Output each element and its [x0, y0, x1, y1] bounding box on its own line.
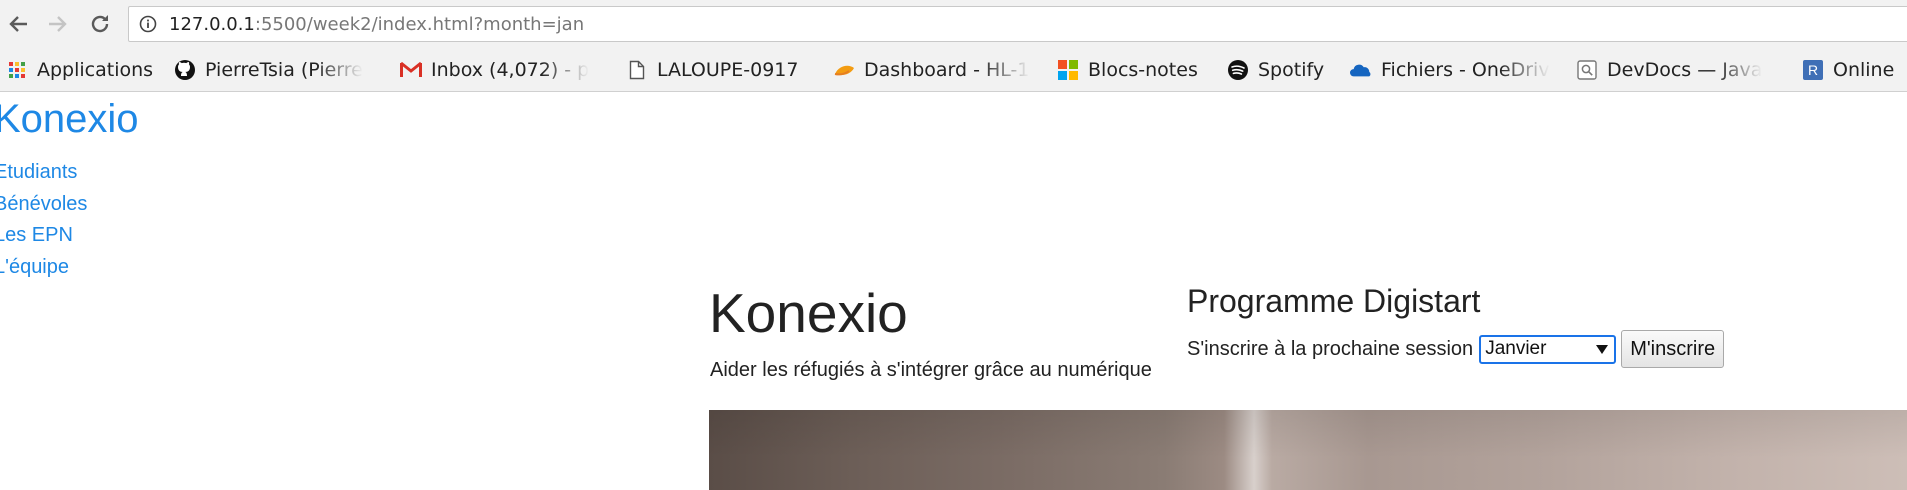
site-logo[interactable]: Konexio	[0, 96, 139, 142]
program-title: Programme Digistart	[1187, 283, 1481, 319]
bookmark-blocs-notes[interactable]: Blocs-notes	[1057, 56, 1198, 84]
page-icon	[626, 59, 648, 81]
info-icon[interactable]	[139, 15, 157, 33]
bookmark-label: Spotify	[1258, 59, 1325, 81]
apps-grid-icon	[6, 59, 28, 81]
devdocs-icon	[1576, 59, 1598, 81]
bookmark-onedrive[interactable]: Fichiers - OneDriv	[1350, 56, 1570, 84]
nav-link-etudiants[interactable]: Etudiants	[0, 157, 87, 189]
bookmark-label: Online	[1833, 59, 1895, 81]
signup-button[interactable]: M'inscrire	[1621, 330, 1725, 368]
gmail-icon	[400, 59, 422, 81]
forward-icon[interactable]	[42, 8, 74, 40]
signup-form: S'inscrire à la prochaine session Janvie…	[1187, 329, 1725, 369]
r-icon: R	[1802, 59, 1824, 81]
bookmark-label: LALOUPE-0917	[657, 59, 799, 81]
svg-text:R: R	[1808, 62, 1818, 78]
bookmark-dashboard[interactable]: Dashboard - HL-1	[833, 56, 1033, 84]
hero-subtitle: Aider les réfugiés à s'intégrer grâce au…	[710, 359, 1152, 381]
bookmark-github[interactable]: PierreTsia (Pierre	[174, 56, 384, 84]
url-host: 127.0.0.1	[169, 14, 255, 35]
bookmark-inbox[interactable]: Inbox (4,072) - p	[400, 56, 610, 84]
bookmark-label: Applications	[37, 59, 154, 81]
bookmark-laloupe[interactable]: LALOUPE-0917	[626, 56, 798, 84]
url-text[interactable]: 127.0.0.1:5500/week2/index.html?month=ja…	[169, 15, 584, 35]
spotify-icon	[1227, 59, 1249, 81]
bookmark-label: Blocs-notes	[1088, 59, 1198, 81]
microsoft-icon	[1057, 59, 1079, 81]
bookmark-label: Fichiers - OneDriv	[1381, 59, 1550, 81]
bookmark-online[interactable]: R Online	[1802, 56, 1894, 84]
bookmark-label: DevDocs — Java	[1607, 59, 1763, 81]
month-select[interactable]: Janvier	[1479, 334, 1617, 364]
bookmark-spotify[interactable]: Spotify	[1227, 56, 1324, 84]
reload-icon[interactable]	[84, 8, 116, 40]
nav-link-equipe[interactable]: L'équipe	[0, 252, 87, 284]
nav-link-epn[interactable]: Les EPN	[0, 220, 87, 252]
url-path: :5500/week2/index.html?month=jan	[254, 14, 585, 35]
bookmark-label: PierreTsia (Pierre	[205, 59, 363, 81]
hero-image	[709, 410, 1907, 490]
bookmark-label: Inbox (4,072) - p	[431, 59, 590, 81]
nav-link-benevoles[interactable]: Bénévoles	[0, 189, 87, 221]
address-bar[interactable]: 127.0.0.1:5500/week2/index.html?month=ja…	[128, 6, 1907, 42]
back-icon[interactable]	[2, 8, 34, 40]
github-icon	[174, 59, 196, 81]
bookmark-label: Dashboard - HL-1	[864, 59, 1030, 81]
browser-toolbar: 127.0.0.1:5500/week2/index.html?month=ja…	[0, 0, 1907, 50]
hero-title: Konexio	[709, 282, 908, 344]
site-nav: Etudiants Bénévoles Les EPN L'équipe	[0, 157, 87, 283]
bookmark-applications[interactable]: Applications	[6, 56, 153, 84]
onedrive-icon	[1350, 59, 1372, 81]
page-viewport: Konexio Etudiants Bénévoles Les EPN L'éq…	[0, 93, 1907, 490]
dashboard-icon	[833, 59, 855, 81]
month-select-value: Janvier	[1485, 338, 1547, 359]
bookmarks-bar: Applications PierreTsia (Pierre Inbox (4…	[0, 50, 1907, 92]
bookmark-devdocs[interactable]: DevDocs — Java	[1576, 56, 1776, 84]
dropdown-caret-icon	[1596, 344, 1609, 354]
signup-label: S'inscrire à la prochaine session	[1187, 337, 1474, 360]
